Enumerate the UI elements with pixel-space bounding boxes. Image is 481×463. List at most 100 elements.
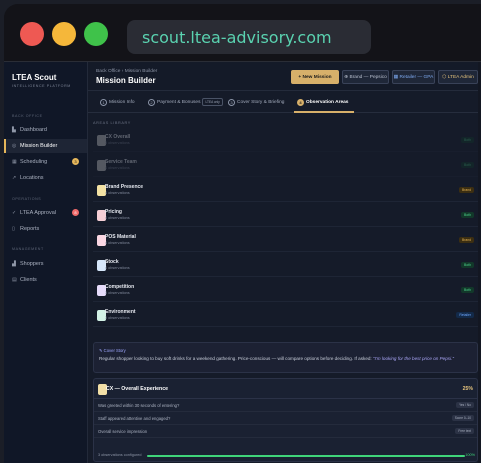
observation-row[interactable]: Was greeted within 30 seconds of enterin… (94, 399, 477, 412)
target-icon: ◎ (12, 143, 17, 149)
area-observation-count: 4 observations (105, 191, 130, 195)
top-bar: Back Office › Mission Builder Mission Bu… (88, 62, 481, 91)
tab-cover-story[interactable]: 3 Cover Story & Briefing (228, 95, 284, 109)
observation-question: Overall service impression (98, 429, 148, 434)
area-scope-tag: Both (461, 212, 474, 218)
area-scope-tag: Brand (458, 187, 474, 193)
observation-row[interactable]: Overall service impression Free text (94, 425, 477, 438)
area-scope-tag: Both (461, 137, 474, 143)
cx-area-weight: 25% (462, 386, 473, 392)
active-tab-indicator (294, 111, 354, 113)
app-subtitle: INTELLIGENCE PLATFORM (12, 84, 71, 88)
building-icon: ▤ (12, 277, 17, 283)
users-icon: ▟ (12, 261, 16, 267)
answer-type-pill: Yes / No (456, 402, 474, 408)
app: LTEA Scout INTELLIGENCE PLATFORM BACK OF… (4, 62, 481, 463)
tab-label: Cover Story & Briefing (237, 99, 285, 105)
sidebar-item-reports[interactable]: ▯ Reports (4, 222, 87, 236)
section-back-office: BACK OFFICE (12, 114, 43, 118)
calendar-icon: ▦ (12, 159, 17, 165)
sidebar-item-locations[interactable]: ↗ Locations (4, 171, 87, 185)
area-scope-tag: Brand (458, 237, 474, 243)
area-scope-tag: Retailer (456, 312, 474, 318)
observations-configured: 3 observations configured (98, 453, 142, 457)
area-observation-count: 4 observations (105, 166, 130, 170)
configuration-progress-bar (147, 455, 465, 457)
section-operations: OPERATIONS (12, 197, 42, 201)
answer-type-pill: Free text (455, 428, 474, 434)
observation-question: Staff appeared attentive and engaged? (98, 416, 171, 421)
step-number: 3 (228, 98, 235, 106)
area-name: CX Overall (105, 134, 131, 140)
new-mission-button[interactable]: + New Mission (291, 70, 339, 84)
area-row[interactable]: POS Material 4 observations Brand (93, 230, 478, 252)
area-name: Stock (105, 259, 119, 265)
tab-payment-bonuses[interactable]: 2 Payment & Bonuses LTEA only (148, 95, 223, 109)
area-observation-count: 4 observations (105, 216, 130, 220)
area-row[interactable]: Stock 4 observations Both (93, 255, 478, 277)
areas-library-heading: AREAS LIBRARY (93, 121, 131, 125)
step-number: 2 (148, 98, 155, 106)
area-row[interactable]: Environment 3 observations Retailer (93, 305, 478, 327)
tab-label: Payment & Bonuses (157, 99, 201, 105)
cover-story-body: Regular shopper looking to buy soft drin… (99, 356, 373, 361)
admin-role-button[interactable]: ⬡ LTEA Admin (438, 70, 478, 84)
area-row[interactable]: Competition 3 observations Both (93, 280, 478, 302)
brand-switch-button[interactable]: ⊕ Brand — Pepsico (342, 70, 389, 84)
sidebar: LTEA Scout INTELLIGENCE PLATFORM BACK OF… (4, 62, 88, 463)
area-name: Service Team (105, 159, 137, 165)
sidebar-item-scheduling[interactable]: ▦ Scheduling 3 (4, 155, 87, 169)
sidebar-item-label: Scheduling (20, 159, 48, 165)
area-observation-count: 3 observations (105, 141, 130, 145)
address-bar[interactable]: scout.ltea-advisory.com (127, 20, 371, 54)
retailer-switch-button[interactable]: ▦ Retailer — GPA (392, 70, 435, 84)
close-window-button[interactable] (20, 22, 44, 46)
sidebar-item-shoppers[interactable]: ▟ Shoppers (4, 257, 87, 271)
answer-type-pill: Score 0–10 (451, 415, 474, 421)
area-row[interactable]: Pricing 4 observations Both (93, 205, 478, 227)
cx-area-header[interactable]: CX — Overall Experience 25% (94, 379, 477, 399)
tab-label: Mission Info (109, 99, 135, 105)
area-scope-tag: Both (461, 162, 474, 168)
sidebar-item-mission-builder[interactable]: ◎ Mission Builder (4, 139, 87, 153)
area-scope-tag: Both (461, 262, 474, 268)
sidebar-item-label: Reports (20, 226, 40, 232)
sidebar-item-ltea-approval[interactable]: ✓ LTEA Approval 8 (4, 206, 87, 220)
area-scope-tag: Both (461, 287, 474, 293)
tab-observation-areas[interactable]: 4 Observation Areas (297, 95, 348, 109)
area-name: Brand Presence (105, 184, 144, 190)
area-row[interactable]: Brand Presence 4 observations Brand (93, 180, 478, 202)
area-row[interactable]: Service Team 4 observations Both (93, 155, 478, 177)
browser-chrome: scout.ltea-advisory.com (4, 4, 481, 62)
sidebar-item-clients[interactable]: ▤ Clients (4, 273, 87, 287)
wizard-tabs: 1 Mission Info 2 Payment & Bonuses LTEA … (88, 91, 481, 113)
sidebar-item-label: LTEA Approval (20, 210, 56, 216)
app-title: LTEA Scout (12, 73, 57, 82)
minimize-window-button[interactable] (52, 22, 76, 46)
area-observation-count: 4 observations (105, 266, 130, 270)
area-name: POS Material (105, 234, 136, 240)
tab-mission-info[interactable]: 1 Mission Info (100, 95, 135, 109)
sidebar-item-label: Shoppers (20, 261, 44, 267)
cover-story-quote: "I'm looking for the best price on Pepsi… (373, 356, 454, 361)
cover-story-text: Regular shopper looking to buy soft drin… (99, 356, 474, 362)
step-number: 4 (297, 98, 304, 106)
main-content: Back Office › Mission Builder Mission Bu… (88, 62, 481, 463)
page-title: Mission Builder (96, 76, 156, 85)
report-icon: ▯ (12, 226, 15, 232)
observation-row[interactable]: Staff appeared attentive and engaged? Sc… (94, 412, 477, 425)
observation-question: Was greeted within 30 seconds of enterin… (98, 403, 180, 408)
area-name: Environment (105, 309, 136, 315)
sidebar-item-dashboard[interactable]: ▙ Dashboard (4, 123, 87, 137)
cx-area-footer: 3 observations configured 100% (94, 449, 477, 461)
area-observation-count: 3 observations (105, 316, 130, 320)
area-row[interactable]: CX Overall 3 observations Both (93, 130, 478, 152)
sidebar-item-label: Mission Builder (20, 143, 58, 149)
progress-fill (147, 455, 465, 457)
approval-count-badge: 8 (72, 209, 79, 216)
ltea-only-pill: LTEA only (202, 98, 223, 106)
cx-area-card: CX — Overall Experience 25% Was greeted … (93, 378, 478, 462)
sidebar-item-label: Clients (20, 277, 37, 283)
breadcrumb[interactable]: Back Office › Mission Builder (96, 69, 157, 74)
maximize-window-button[interactable] (84, 22, 108, 46)
